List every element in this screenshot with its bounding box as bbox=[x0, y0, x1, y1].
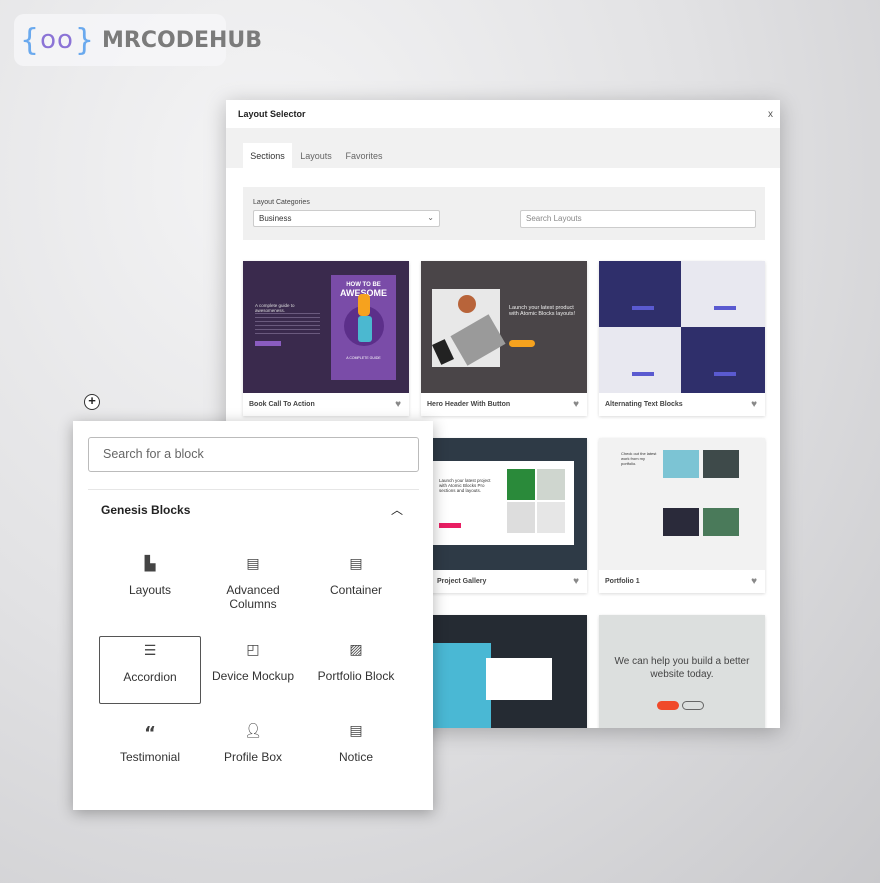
block-testimonial[interactable]: “ Testimonial bbox=[99, 717, 201, 785]
card-thumbnail bbox=[421, 615, 587, 728]
group-title: Genesis Blocks bbox=[101, 503, 191, 517]
layout-card[interactable]: A complete guide to awesomeness. HOW TO … bbox=[243, 261, 409, 416]
block-label: Advanced Columns bbox=[226, 583, 280, 611]
block-label: Profile Box bbox=[223, 750, 283, 764]
block-label: Notice bbox=[338, 750, 373, 764]
container-icon: ▤ bbox=[349, 556, 363, 572]
category-label: Layout Categories bbox=[253, 199, 310, 206]
block-label: Accordion bbox=[123, 670, 177, 684]
block-device-mockup[interactable]: ◰ Device Mockup bbox=[202, 636, 304, 704]
thumb-text: Check out the latest work from my portfo… bbox=[621, 451, 657, 466]
layout-card[interactable]: Launch your latest product with Atomic B… bbox=[421, 261, 587, 416]
mrcodehub-logo: { oo } MRCODEHUB bbox=[14, 14, 262, 66]
card-thumbnail: Launch your latest project with Atomic B… bbox=[421, 438, 587, 570]
block-layouts[interactable]: ▙ Layouts bbox=[99, 550, 201, 618]
thumb-footer: A COMPLETE GUIDE bbox=[346, 356, 381, 360]
card-label: Book Call To Action bbox=[249, 401, 315, 408]
quote-icon: “ bbox=[144, 723, 156, 744]
tab-layouts[interactable]: Layouts bbox=[296, 143, 336, 168]
card-thumbnail: Launch your latest product with Atomic B… bbox=[421, 261, 587, 393]
block-accordion[interactable]: ☰ Accordion bbox=[99, 636, 201, 704]
chevron-up-icon[interactable]: ︿ bbox=[391, 501, 403, 518]
tab-bar: Sections Layouts Favorites bbox=[226, 128, 780, 168]
category-value: Business bbox=[259, 214, 292, 223]
filter-panel: Layout Categories Business ⌄ Search Layou… bbox=[243, 187, 765, 240]
block-inserter: Search for a block Genesis Blocks ︿ ▙ Lay… bbox=[73, 421, 433, 810]
card-label: Portfolio 1 bbox=[605, 578, 640, 585]
divider bbox=[88, 489, 419, 490]
block-label: Container bbox=[329, 583, 383, 597]
category-select[interactable]: Business ⌄ bbox=[253, 210, 440, 227]
chevron-down-icon: ⌄ bbox=[427, 213, 434, 222]
gallery-icon: ▨ bbox=[349, 642, 363, 658]
thumb-text: Launch your latest product with Atomic B… bbox=[509, 305, 576, 317]
card-thumbnail: A complete guide to awesomeness. HOW TO … bbox=[243, 261, 409, 393]
block-label: Device Mockup bbox=[211, 669, 295, 683]
heart-icon[interactable]: ♥ bbox=[573, 399, 579, 410]
heart-icon[interactable]: ♥ bbox=[395, 399, 401, 410]
card-thumbnail: Check out the latest work from my portfo… bbox=[599, 438, 765, 570]
modal-title: Layout Selector bbox=[238, 109, 306, 119]
thumb-text: We can help you build a better website t… bbox=[614, 656, 750, 680]
logo-brace-open: { bbox=[20, 22, 40, 58]
block-portfolio[interactable]: ▨ Portfolio Block bbox=[305, 636, 407, 704]
logo-text: MRCODEHUB bbox=[102, 27, 263, 53]
device-icon: ◰ bbox=[246, 642, 260, 658]
block-label: Testimonial bbox=[119, 750, 181, 764]
card-label: Hero Header With Button bbox=[427, 401, 511, 408]
card-label: Project Gallery bbox=[437, 578, 487, 585]
columns-icon: ▤ bbox=[246, 556, 260, 572]
heart-icon[interactable]: ♥ bbox=[573, 576, 579, 587]
modal-header: Layout Selector x bbox=[226, 100, 780, 128]
layout-card[interactable]: We can help you build a better website t… bbox=[599, 615, 765, 728]
layout-card[interactable] bbox=[421, 615, 587, 728]
block-label: Portfolio Block bbox=[317, 669, 395, 683]
logo-eyes: oo bbox=[40, 25, 74, 55]
layout-card[interactable]: Launch your latest project with Atomic B… bbox=[421, 438, 587, 593]
notice-icon: ▤ bbox=[349, 723, 363, 739]
tab-favorites[interactable]: Favorites bbox=[342, 143, 386, 168]
block-advanced-columns[interactable]: ▤ Advanced Columns bbox=[202, 550, 304, 618]
block-search-input[interactable]: Search for a block bbox=[88, 437, 419, 472]
block-label: Layouts bbox=[128, 583, 172, 597]
block-container[interactable]: ▤ Container bbox=[305, 550, 407, 618]
close-button[interactable]: x bbox=[768, 109, 773, 120]
card-thumbnail bbox=[599, 261, 765, 393]
heart-icon[interactable]: ♥ bbox=[751, 399, 757, 410]
block-notice[interactable]: ▤ Notice bbox=[305, 717, 407, 785]
card-label: Alternating Text Blocks bbox=[605, 401, 683, 408]
thumb-text: Launch your latest project with Atomic B… bbox=[439, 478, 491, 493]
layout-icon: ▙ bbox=[144, 556, 156, 572]
layout-card[interactable]: Check out the latest work from my portfo… bbox=[599, 438, 765, 593]
thumb-text: A complete guide to awesomeness. bbox=[255, 303, 295, 313]
logo-brace-close: } bbox=[74, 22, 95, 58]
layout-card[interactable]: Alternating Text Blocks ♥ bbox=[599, 261, 765, 416]
add-block-button[interactable]: + bbox=[84, 394, 100, 410]
search-layouts-input[interactable]: Search Layouts bbox=[520, 210, 756, 228]
person-icon: 👤︎ bbox=[244, 723, 262, 739]
list-icon: ☰ bbox=[143, 643, 157, 659]
block-profile-box[interactable]: 👤︎ Profile Box bbox=[202, 717, 304, 785]
tab-sections[interactable]: Sections bbox=[243, 143, 292, 168]
card-thumbnail: We can help you build a better website t… bbox=[599, 615, 765, 728]
heart-icon[interactable]: ♥ bbox=[751, 576, 757, 587]
